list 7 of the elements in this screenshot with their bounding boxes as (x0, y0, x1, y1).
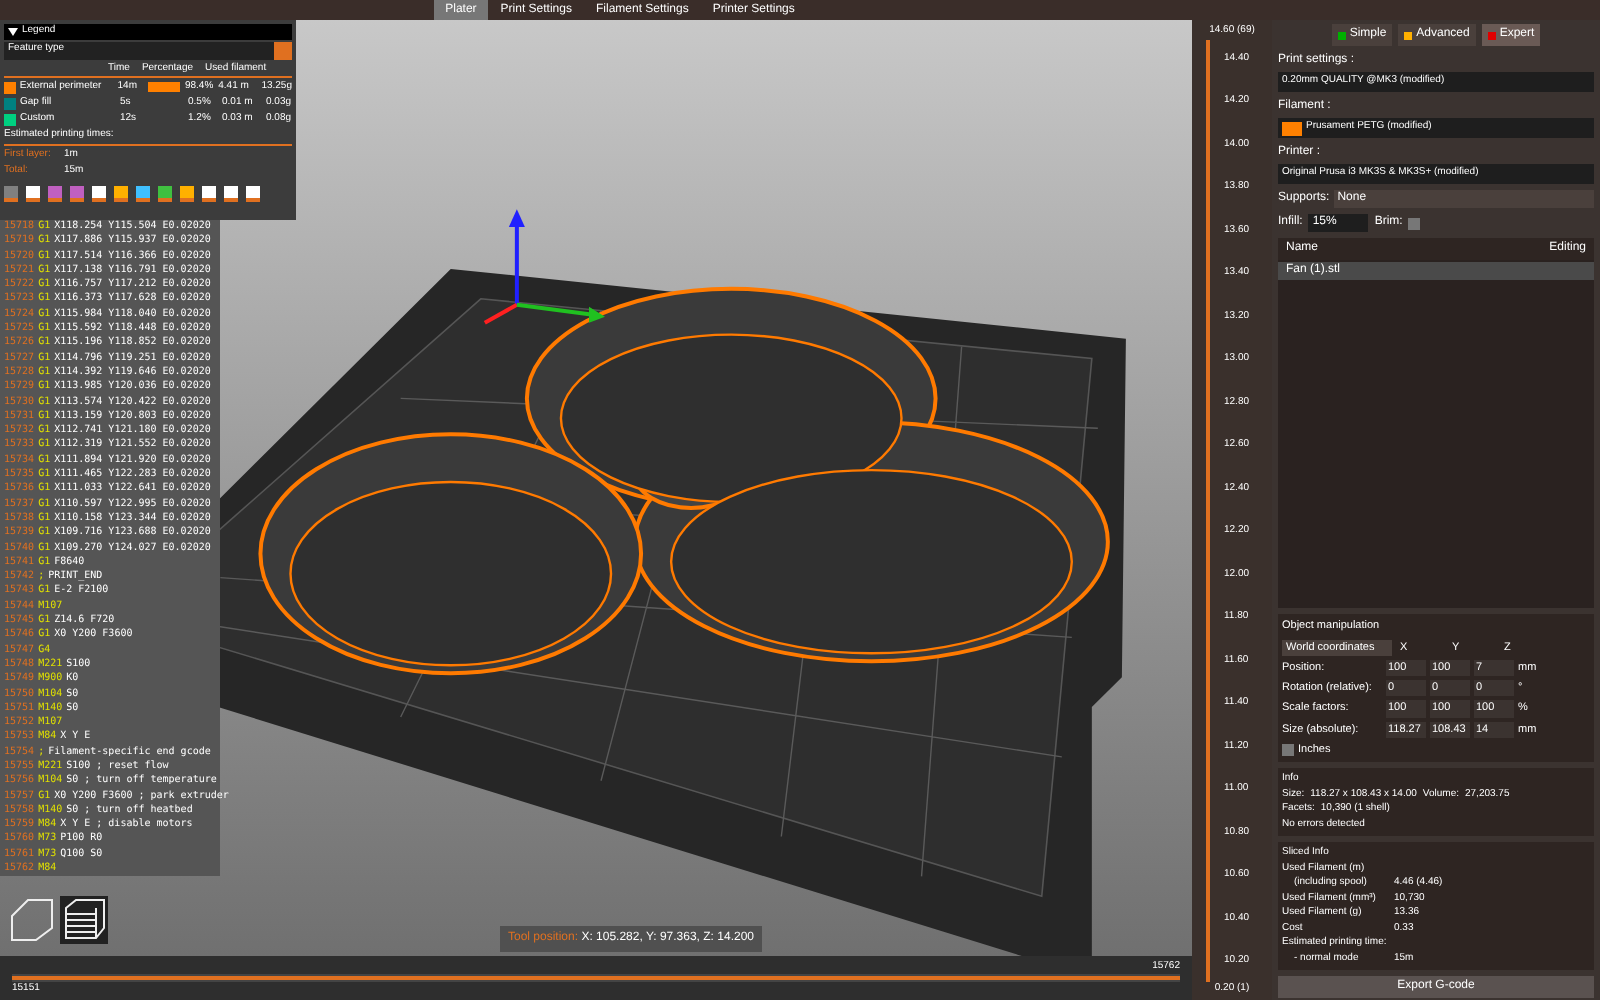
collapse-arrow-icon[interactable] (8, 27, 18, 36)
layers-view-icon[interactable] (60, 896, 108, 944)
axes-icon (483, 209, 605, 325)
brim-checkbox[interactable] (1408, 217, 1421, 229)
inches-checkbox[interactable] (1282, 743, 1294, 756)
3d-viewport[interactable] (0, 20, 1192, 956)
iso-view-icon[interactable] (8, 896, 56, 944)
